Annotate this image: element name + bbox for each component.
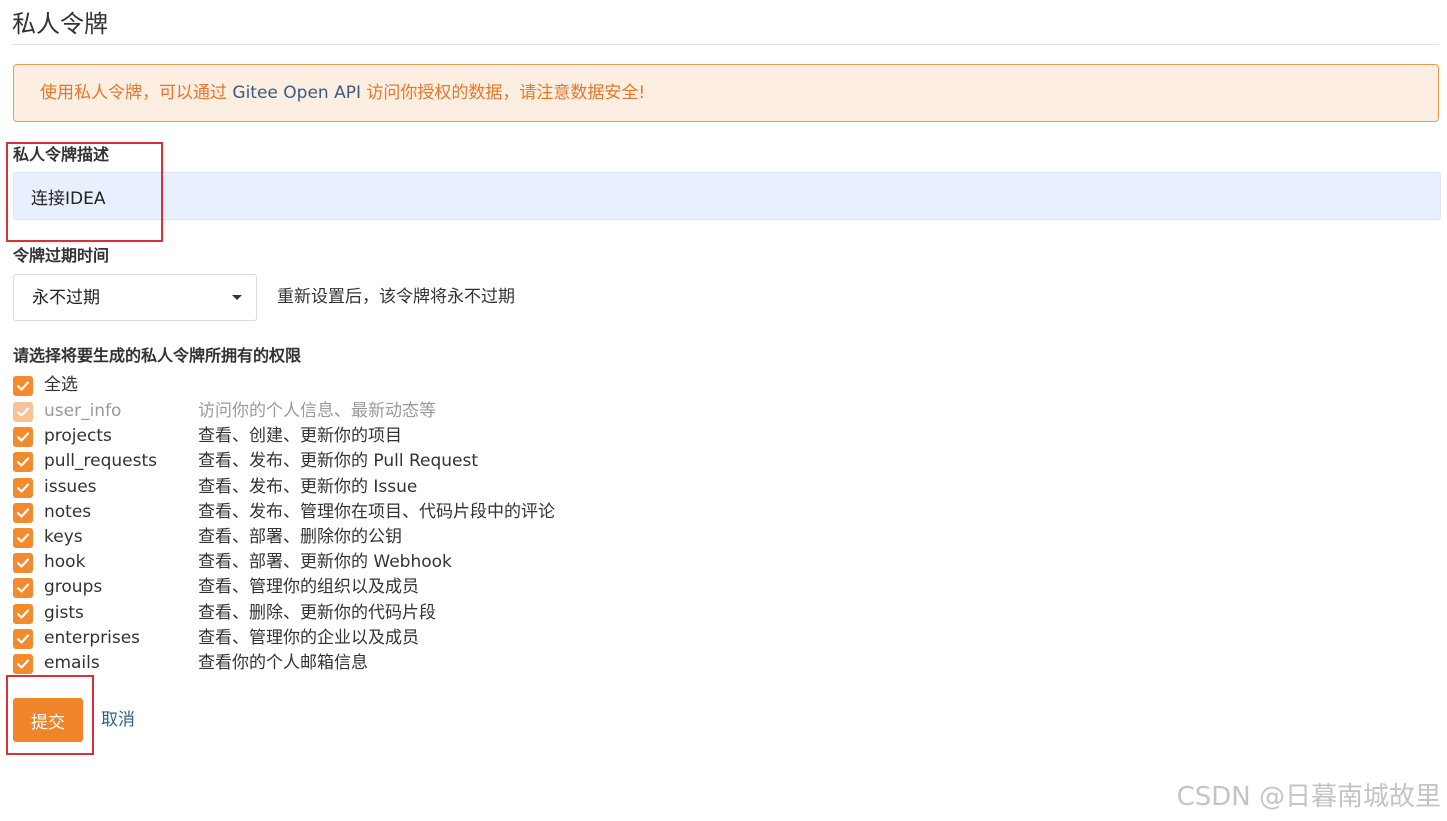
checkmark-icon bbox=[16, 609, 30, 619]
permission-description: 查看、管理你的组织以及成员 bbox=[198, 577, 419, 597]
permission-checkbox[interactable] bbox=[13, 452, 33, 472]
description-input[interactable] bbox=[13, 172, 1441, 220]
permission-checkbox bbox=[13, 402, 33, 422]
select-all-checkbox[interactable] bbox=[13, 376, 33, 396]
permission-description: 查看、删除、更新你的代码片段 bbox=[198, 603, 436, 623]
permission-row-gists: gists 查看、删除、更新你的代码片段 bbox=[13, 602, 633, 624]
permission-row-emails: emails 查看你的个人邮箱信息 bbox=[13, 652, 633, 674]
permission-description: 查看、发布、管理你在项目、代码片段中的评论 bbox=[198, 502, 555, 522]
permission-name: pull_requests bbox=[44, 451, 157, 471]
caret-down-icon bbox=[232, 295, 242, 300]
permission-row-keys: keys 查看、部署、删除你的公钥 bbox=[13, 526, 633, 548]
permission-row-projects: projects 查看、创建、更新你的项目 bbox=[13, 425, 633, 447]
permission-name: projects bbox=[44, 426, 112, 446]
permission-name: hook bbox=[44, 552, 86, 572]
checkmark-icon bbox=[16, 381, 30, 391]
expiry-hint: 重新设置后，该令牌将永不过期 bbox=[277, 287, 515, 307]
checkmark-icon bbox=[16, 583, 30, 593]
permission-checkbox[interactable] bbox=[13, 604, 33, 624]
permission-row-enterprises: enterprises 查看、管理你的企业以及成员 bbox=[13, 627, 633, 649]
permission-checkbox[interactable] bbox=[13, 578, 33, 598]
permission-description: 查看、创建、更新你的项目 bbox=[198, 426, 402, 446]
page-title: 私人令牌 bbox=[12, 10, 108, 38]
select-all-row: 全选 bbox=[13, 374, 633, 396]
security-notice: 使用私人令牌，可以通过 Gitee Open API 访问你授权的数据，请注意数… bbox=[13, 64, 1439, 122]
expiry-label: 令牌过期时间 bbox=[13, 246, 110, 265]
permission-checkbox[interactable] bbox=[13, 427, 33, 447]
checkmark-icon bbox=[16, 483, 30, 493]
watermark: CSDN @日暮南城故里 bbox=[1176, 782, 1441, 812]
permission-checkbox[interactable] bbox=[13, 528, 33, 548]
permission-description: 访问你的个人信息、最新动态等 bbox=[198, 401, 436, 421]
permission-name: issues bbox=[44, 477, 97, 497]
permission-checkbox[interactable] bbox=[13, 654, 33, 674]
permission-name: groups bbox=[44, 577, 103, 597]
checkmark-icon bbox=[16, 533, 30, 543]
select-all-label: 全选 bbox=[44, 375, 78, 395]
notice-api-name: Gitee Open API bbox=[232, 83, 361, 103]
permission-name: emails bbox=[44, 653, 100, 673]
expiry-select[interactable]: 永不过期 bbox=[13, 274, 257, 321]
checkmark-icon bbox=[16, 659, 30, 669]
permission-row-user-info: user_info 访问你的个人信息、最新动态等 bbox=[13, 400, 633, 422]
permission-description: 查看、发布、更新你的 Pull Request bbox=[198, 451, 479, 471]
permission-row-notes: notes 查看、发布、管理你在项目、代码片段中的评论 bbox=[13, 501, 633, 523]
permission-checkbox[interactable] bbox=[13, 478, 33, 498]
cancel-link[interactable]: 取消 bbox=[101, 709, 135, 731]
checkmark-icon bbox=[16, 407, 30, 417]
permission-row-pull-requests: pull_requests 查看、发布、更新你的 Pull Request bbox=[13, 450, 633, 472]
permission-name: notes bbox=[44, 502, 92, 522]
permission-checkbox[interactable] bbox=[13, 503, 33, 523]
notice-text-suffix: 访问你授权的数据，请注意数据安全! bbox=[361, 83, 646, 103]
description-label: 私人令牌描述 bbox=[13, 145, 110, 164]
permission-row-groups: groups 查看、管理你的组织以及成员 bbox=[13, 576, 633, 598]
checkmark-icon bbox=[16, 457, 30, 467]
expiry-selected-value: 永不过期 bbox=[32, 288, 100, 308]
permission-row-issues: issues 查看、发布、更新你的 Issue bbox=[13, 476, 633, 498]
permission-description: 查看你的个人邮箱信息 bbox=[198, 653, 368, 673]
submit-button[interactable]: 提交 bbox=[13, 698, 83, 742]
checkmark-icon bbox=[16, 508, 30, 518]
permission-checkbox[interactable] bbox=[13, 629, 33, 649]
notice-text-prefix: 使用私人令牌，可以通过 bbox=[40, 83, 233, 103]
permission-name: enterprises bbox=[44, 628, 141, 648]
title-divider bbox=[12, 44, 1439, 45]
checkmark-icon bbox=[16, 558, 30, 568]
permissions-label: 请选择将要生成的私人令牌所拥有的权限 bbox=[13, 346, 302, 365]
permission-name: user_info bbox=[44, 401, 122, 421]
permission-name: keys bbox=[44, 527, 83, 547]
permission-row-hook: hook 查看、部署、更新你的 Webhook bbox=[13, 551, 633, 573]
permission-description: 查看、部署、更新你的 Webhook bbox=[198, 552, 452, 572]
permission-description: 查看、管理你的企业以及成员 bbox=[198, 628, 419, 648]
permission-description: 查看、发布、更新你的 Issue bbox=[198, 477, 418, 497]
permission-name: gists bbox=[44, 603, 84, 623]
permission-description: 查看、部署、删除你的公钥 bbox=[198, 527, 402, 547]
checkmark-icon bbox=[16, 634, 30, 644]
checkmark-icon bbox=[16, 432, 30, 442]
permission-checkbox[interactable] bbox=[13, 553, 33, 573]
